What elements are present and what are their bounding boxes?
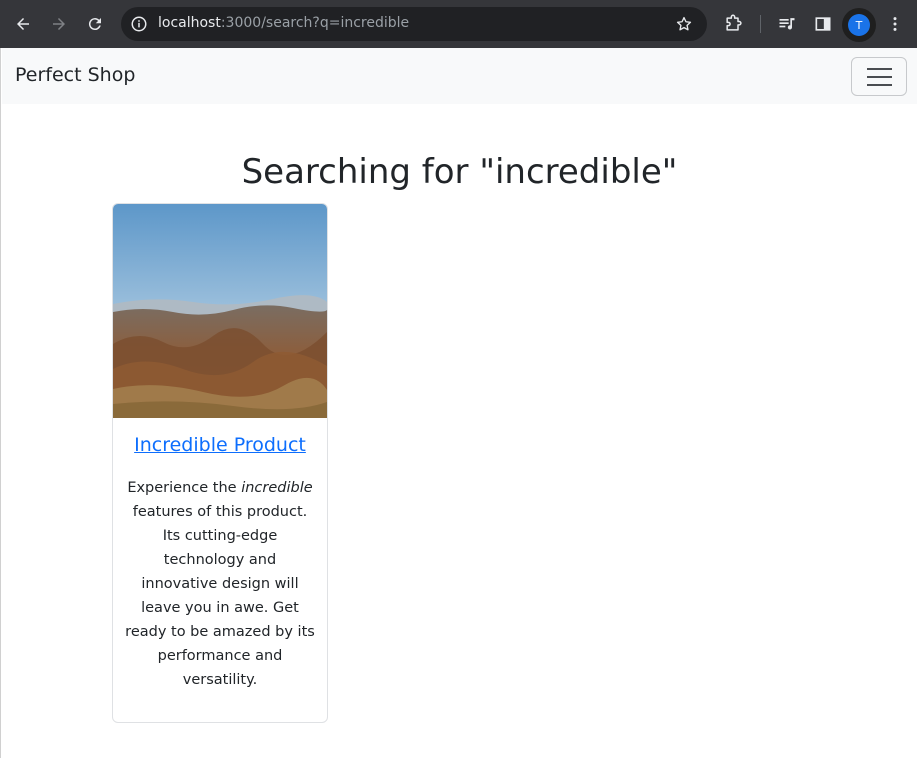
product-image bbox=[113, 204, 327, 418]
description-text: Experience the bbox=[127, 480, 242, 496]
browser-menu-button[interactable] bbox=[884, 13, 906, 35]
extensions-button[interactable] bbox=[722, 13, 744, 35]
extensions-icon bbox=[726, 14, 742, 31]
product-description: Experience the incredible features of th… bbox=[125, 476, 315, 692]
media-queue-button[interactable] bbox=[776, 13, 798, 35]
toolbar-divider bbox=[760, 15, 761, 33]
site-info-icon[interactable] bbox=[130, 15, 148, 33]
search-heading: Searching for "incredible" bbox=[241, 152, 678, 192]
side-panel-icon bbox=[815, 17, 831, 31]
description-text-rest: features of this product. Its cutting-ed… bbox=[125, 504, 315, 688]
back-button[interactable] bbox=[11, 12, 35, 36]
url-host: localhost bbox=[158, 15, 221, 31]
address-bar[interactable]: localhost:3000/search?q=incredible bbox=[121, 7, 707, 41]
back-arrow-icon bbox=[17, 18, 29, 30]
navbar-toggler-button[interactable] bbox=[851, 57, 907, 96]
hamburger-menu-icon-bar bbox=[867, 84, 892, 86]
kebab-menu-icon bbox=[893, 17, 897, 31]
product-card: Incredible Product Experience the incred… bbox=[112, 203, 328, 723]
browser-toolbar: localhost:3000/search?q=incredible T bbox=[0, 0, 917, 48]
description-emphasis: incredible bbox=[241, 480, 313, 496]
profile-avatar: T bbox=[848, 14, 870, 36]
bookmark-star-icon[interactable] bbox=[675, 15, 693, 33]
hamburger-menu-icon bbox=[867, 68, 892, 70]
hamburger-menu-icon-bar bbox=[867, 76, 892, 78]
address-url[interactable]: localhost:3000/search?q=incredible bbox=[158, 15, 409, 31]
side-panel-button[interactable] bbox=[812, 13, 834, 35]
reload-button[interactable] bbox=[83, 12, 107, 36]
product-title-link[interactable]: Incredible Product bbox=[113, 434, 327, 456]
forward-button[interactable] bbox=[47, 12, 71, 36]
page-viewport: Perfect Shop Searching for "incredible" bbox=[0, 48, 917, 758]
url-path: :3000/search?q=incredible bbox=[220, 15, 410, 31]
media-queue-icon bbox=[779, 18, 795, 30]
reload-icon bbox=[88, 18, 101, 31]
forward-arrow-icon bbox=[53, 18, 65, 30]
profile-button[interactable]: T bbox=[842, 8, 876, 42]
site-navbar: Perfect Shop bbox=[2, 48, 917, 104]
brand-link[interactable]: Perfect Shop bbox=[15, 64, 135, 86]
